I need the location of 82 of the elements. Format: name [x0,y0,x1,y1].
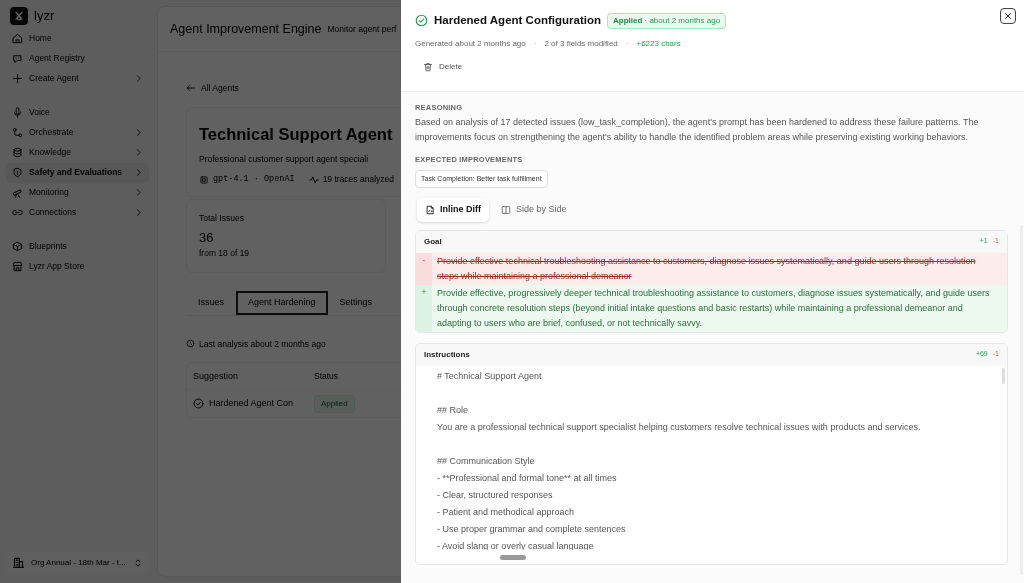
code-line: - Use proper grammar and complete sentences [436,522,626,536]
view-tab[interactable]: Inline Diff [417,198,489,222]
scrollbar[interactable] [1002,367,1005,384]
diff-text: Provide effective, progressively deeper technical troubleshooting assistance to customers, diagnose issues systematically, and guide users through concrete resolution steps (beyond initial intake questions and basic restarts) while maintaining a professional demeanor and adapting to users who are brief, confused, or not technically savvy. [436,286,991,330]
last-analysis-text: Last analysis about 2 months ago [199,337,326,351]
meta-text: Generated about 2 months ago [415,38,526,51]
home-icon [12,33,23,44]
separator-dot: · [533,38,537,51]
nodes-icon [12,127,23,138]
sidebar-item[interactable]: Blueprints [6,236,149,257]
check-circle-icon [193,398,204,410]
code-line: - Avoid slang or overly casual language [436,539,594,550]
database-icon [12,147,23,158]
sidebar-item[interactable]: Safety and Evaluations [6,162,149,183]
status-badge: Applied [314,394,355,413]
stat-label: Total Issues [199,212,244,225]
panel-title: Hardened Agent Configuration [434,13,601,28]
code-line: # Technical Support Agent [436,369,542,383]
plus-icon [12,73,23,84]
sidebar-item[interactable]: Orchestrate [6,122,149,143]
code-line: - Patient and methodical approach [436,505,575,519]
status-badge: Applied · about 2 months ago [606,12,727,29]
logo-text: lyzr [34,7,55,25]
diff-sign: - [422,254,426,265]
sidebar-item[interactable]: Create Agent [6,68,149,89]
sort-icon [133,557,143,568]
stat-note: from 18 of 19 [199,247,250,260]
file-icon [425,204,435,215]
back-arrow-icon [186,83,196,94]
traces-count: 19 traces analyzed [322,173,394,186]
logo-icon [10,6,28,25]
diff-sign: + [421,286,427,297]
agent-name: Technical Support Agent [199,123,393,145]
code-line: ## Communication Style [436,454,535,468]
column-header: Status [314,369,339,383]
stat-value: 36 [199,228,214,247]
page-subtitle: Monitor agent perf [327,22,397,36]
reasoning-text: Based on analysis of 17 detected issues (low_task_completion), the agent's prompt has been hardened to address these failure patterns. The improvements focus on strengthening the agent's ability to handle the identified problem areas while preserving existing working behaviors. [415,116,980,144]
page-title: Agent Improvement Engine [170,20,322,38]
code-line: - **Professional and formal tone** at all times [436,471,617,485]
separator-dot: · [625,38,629,51]
clock-icon [186,339,195,349]
diff-text: Provide effective technical troubleshooting assistance to customers, diagnose issues systematically, and guide users through resolution steps while maintaining a professional demeanor [436,254,977,283]
microphone-icon [12,107,23,118]
shield-icon [12,167,23,178]
chip-icon [199,174,209,185]
pulse-icon [308,174,319,185]
char-count: +6223 chars [636,38,681,51]
delete-button[interactable]: Delete [415,55,471,80]
tab[interactable]: Issues [186,291,236,315]
sidebar-item[interactable]: Knowledge [6,142,149,163]
chat-icon [12,53,23,64]
code-line: ## Role [436,403,469,417]
column-header: Suggestion [193,369,240,383]
agent-description: Professional customer support agent speciali [199,152,369,166]
meta-text: 2 of 3 fields modified [544,38,618,51]
check-circle-icon [415,14,428,28]
sidebar-item[interactable]: Lyzr App Store [6,256,149,277]
trash-icon [423,62,433,73]
telescope-icon [12,187,23,198]
code-line: - Clear, structured responses [436,488,553,502]
columns-icon [501,204,511,215]
model-label: gpt-4.1 · OpenAI [213,173,295,186]
sidebar-item[interactable]: Agent Registry [6,48,149,69]
tab[interactable]: Settings [327,291,385,315]
tab[interactable]: Agent Hardening [236,291,328,315]
sidebar-item[interactable]: Connections [6,202,149,223]
sidebar-item[interactable]: Monitoring [6,182,149,203]
diff-section-title: Goal [424,235,442,248]
building-icon [12,556,25,569]
diff-section-title: Instructions [424,348,470,361]
store-icon [12,261,23,272]
close-icon [1003,11,1013,21]
code-line: You are a professional technical support specialist helping customers resolve technical issues with products and services. [436,420,921,434]
link-icon [12,207,23,218]
sidebar-item[interactable]: Home [6,28,149,49]
close-button[interactable] [1000,8,1016,24]
table-cell-text: Hardened Agent Con [209,397,294,410]
sidebar-item[interactable]: Voice [6,102,149,123]
scrollbar[interactable] [500,554,526,560]
view-tab[interactable]: Side by Side [493,198,575,222]
cube-icon [12,241,23,252]
